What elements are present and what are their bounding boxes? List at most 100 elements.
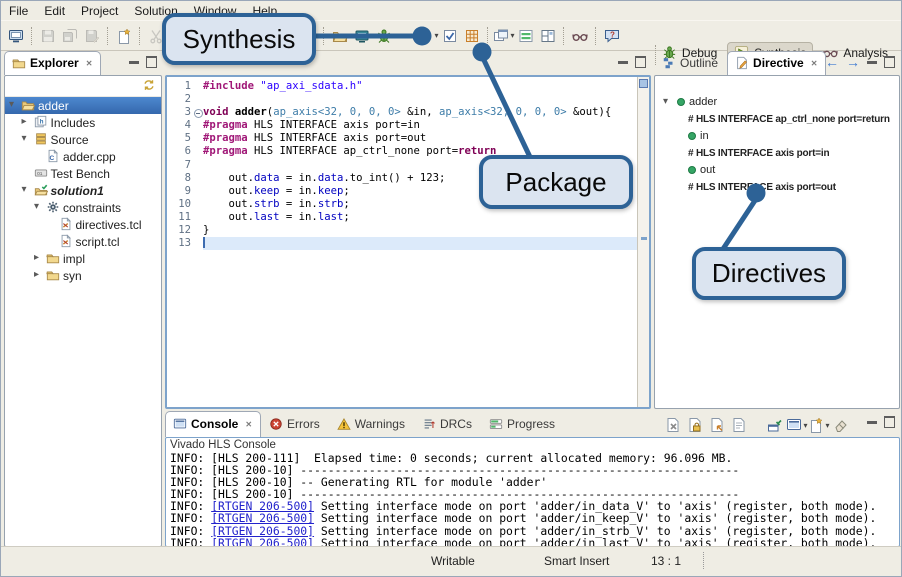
tab-explorer[interactable]: Explorer ✕ xyxy=(4,51,101,75)
maximize-button[interactable] xyxy=(884,56,895,68)
line-number: 8 xyxy=(167,172,203,185)
forward-arrow-icon[interactable]: → xyxy=(846,57,860,67)
dropdown-arrow-icon[interactable]: ▾ xyxy=(434,31,438,40)
clear-console-button[interactable] xyxy=(830,413,852,437)
console-content[interactable]: Vivado HLS Console INFO: [HLS 200-111] E… xyxy=(165,437,900,547)
directive-item-hls-interface-ap-ctrl-none-port-return[interactable]: # HLS INTERFACE ap_ctrl_none port=return xyxy=(655,111,899,128)
drc-list-icon xyxy=(422,417,436,431)
run-csimulation-button[interactable] xyxy=(439,24,461,48)
minimize-button[interactable] xyxy=(129,61,139,64)
code-editor[interactable]: 1#include "ap_axi_sdata.h"23void adder(a… xyxy=(165,75,651,409)
menu-edit[interactable]: Edit xyxy=(38,2,75,20)
outline-tabbar: OutlineDirective✕ ← → xyxy=(654,51,900,75)
status-bar: Writable Smart Insert 13 : 1 xyxy=(1,546,901,576)
open-folder-button[interactable] xyxy=(329,24,351,48)
tree-item-adder-cpp[interactable]: Cadder.cpp xyxy=(5,148,161,165)
directive-item-hls-interface-axis-port-in[interactable]: # HLS INTERFACE axis port=in xyxy=(655,145,899,162)
open-console-button[interactable]: ▾ xyxy=(808,413,830,437)
directive-item-adder[interactable]: ▾adder xyxy=(655,94,899,111)
help-bubble-button[interactable]: ? xyxy=(601,24,623,48)
maximize-button[interactable] xyxy=(146,56,157,68)
export-rtl-button[interactable] xyxy=(461,24,483,48)
tree-item-label: impl xyxy=(63,252,85,266)
tree-item-includes[interactable]: ▸hIncludes xyxy=(5,114,161,131)
collapse-arrow-icon[interactable]: ▾ xyxy=(22,133,27,145)
line-number: 6 xyxy=(167,145,203,158)
line-number: 1 xyxy=(167,80,203,93)
tree-item-solution1[interactable]: ▾solution1 xyxy=(5,182,161,199)
collapse-arrow-icon[interactable]: ▾ xyxy=(34,201,39,213)
show-on-output-button[interactable] xyxy=(706,413,728,437)
minimize-button[interactable] xyxy=(867,61,877,64)
tree-item-label: adder xyxy=(38,99,69,113)
tab-label: Errors xyxy=(287,417,320,431)
debug-run-button[interactable] xyxy=(373,24,395,48)
dropdown-arrow-icon[interactable]: ▾ xyxy=(825,421,829,430)
collapse-arrow-icon[interactable]: ▾ xyxy=(22,184,27,196)
remove-log-button[interactable] xyxy=(662,413,684,437)
tab-label: Console xyxy=(191,417,238,431)
tab-console[interactable]: Console ✕ xyxy=(165,411,261,437)
run-synthesis-button[interactable]: ▾ xyxy=(417,24,439,48)
dropdown-arrow-icon[interactable]: ▾ xyxy=(510,31,514,40)
tree-item-syn[interactable]: ▸syn xyxy=(5,267,161,284)
explorer-toolbar xyxy=(5,76,161,97)
tree-item-constraints[interactable]: ▾ constraints xyxy=(5,199,161,216)
new-project-button[interactable] xyxy=(5,24,27,48)
line-number: 2 xyxy=(167,93,203,106)
tree-item-script-tcl[interactable]: script.tcl xyxy=(5,233,161,250)
tree-item-directives-tcl[interactable]: directives.tcl xyxy=(5,216,161,233)
tree-item-impl[interactable]: ▸ impl xyxy=(5,250,161,267)
menu-file[interactable]: File xyxy=(3,2,38,20)
expand-arrow-icon[interactable]: ▸ xyxy=(22,116,27,128)
tab-outline[interactable]: Outline xyxy=(654,51,727,75)
overview-ruler[interactable] xyxy=(637,77,649,407)
collapse-arrow-icon[interactable]: ▾ xyxy=(663,96,668,108)
window-layout-button[interactable] xyxy=(537,24,559,48)
back-arrow-icon[interactable]: ← xyxy=(825,57,839,67)
close-tab-icon[interactable]: ✕ xyxy=(245,420,252,429)
maximize-button[interactable] xyxy=(635,56,646,68)
tree-item-source[interactable]: ▾Source xyxy=(5,131,161,148)
directive-item-in[interactable]: in xyxy=(655,128,899,145)
close-tab-icon[interactable]: ✕ xyxy=(811,59,818,68)
tree-item-label: constraints xyxy=(63,201,121,215)
expand-arrow-icon[interactable]: ▸ xyxy=(34,252,39,264)
tree-item-adder[interactable]: ▾ adder xyxy=(5,97,161,114)
duplicate-window-button[interactable]: ▾ xyxy=(493,24,515,48)
compare-reports-button[interactable] xyxy=(515,24,537,48)
line-number: 13 xyxy=(167,237,203,250)
dropdown-arrow-icon[interactable]: ▾ xyxy=(803,421,807,430)
editor-panel: 1#include "ap_axi_sdata.h"23void adder(a… xyxy=(165,51,651,409)
scroll-lock-button[interactable] xyxy=(684,413,706,437)
sync-icon[interactable] xyxy=(142,78,156,95)
console-panel: Console✕ErrorsWarningsDRCsProgress ▾▾ Vi… xyxy=(165,411,900,547)
directive-item-out[interactable]: out xyxy=(655,162,899,179)
csim-run-button[interactable] xyxy=(351,24,373,48)
minimize-button[interactable] xyxy=(867,421,877,424)
folder-icon xyxy=(46,251,60,265)
tab-errors[interactable]: Errors xyxy=(261,411,329,437)
expand-arrow-icon[interactable]: ▸ xyxy=(34,269,39,281)
maximize-button[interactable] xyxy=(884,416,895,428)
collapse-arrow-icon[interactable]: ▾ xyxy=(9,99,14,111)
save-button xyxy=(37,24,59,48)
analysis-glasses-button[interactable] xyxy=(569,24,591,48)
code-line-3: 3void adder(ap_axis<32, 0, 0, 0> &in, ap… xyxy=(167,106,649,119)
close-tab-icon[interactable]: ✕ xyxy=(86,59,93,68)
tab-directive[interactable]: Directive✕ xyxy=(727,51,826,75)
directive-item-hls-interface-axis-port-out[interactable]: # HLS INTERFACE axis port=out xyxy=(655,179,899,196)
display-console-button[interactable]: ▾ xyxy=(786,413,808,437)
tab-warnings[interactable]: Warnings xyxy=(329,411,414,437)
open-log-button[interactable] xyxy=(728,413,750,437)
tab-progress[interactable]: Progress xyxy=(481,411,564,437)
new-file-button[interactable] xyxy=(113,24,135,48)
console-toolbar: ▾▾ xyxy=(662,413,852,437)
explorer-content: ▾ adder▸hIncludes▾SourceCadder.cpp01Test … xyxy=(4,75,162,547)
tree-item-test-bench[interactable]: 01Test Bench xyxy=(5,165,161,182)
pin-console-button[interactable] xyxy=(764,413,786,437)
vivado-hls-window: FileEditProjectSolutionWindowHelp ▾▾? De… xyxy=(0,0,902,577)
tab-drcs[interactable]: DRCs xyxy=(414,411,481,437)
menu-project[interactable]: Project xyxy=(75,2,128,20)
minimize-button[interactable] xyxy=(618,61,628,64)
